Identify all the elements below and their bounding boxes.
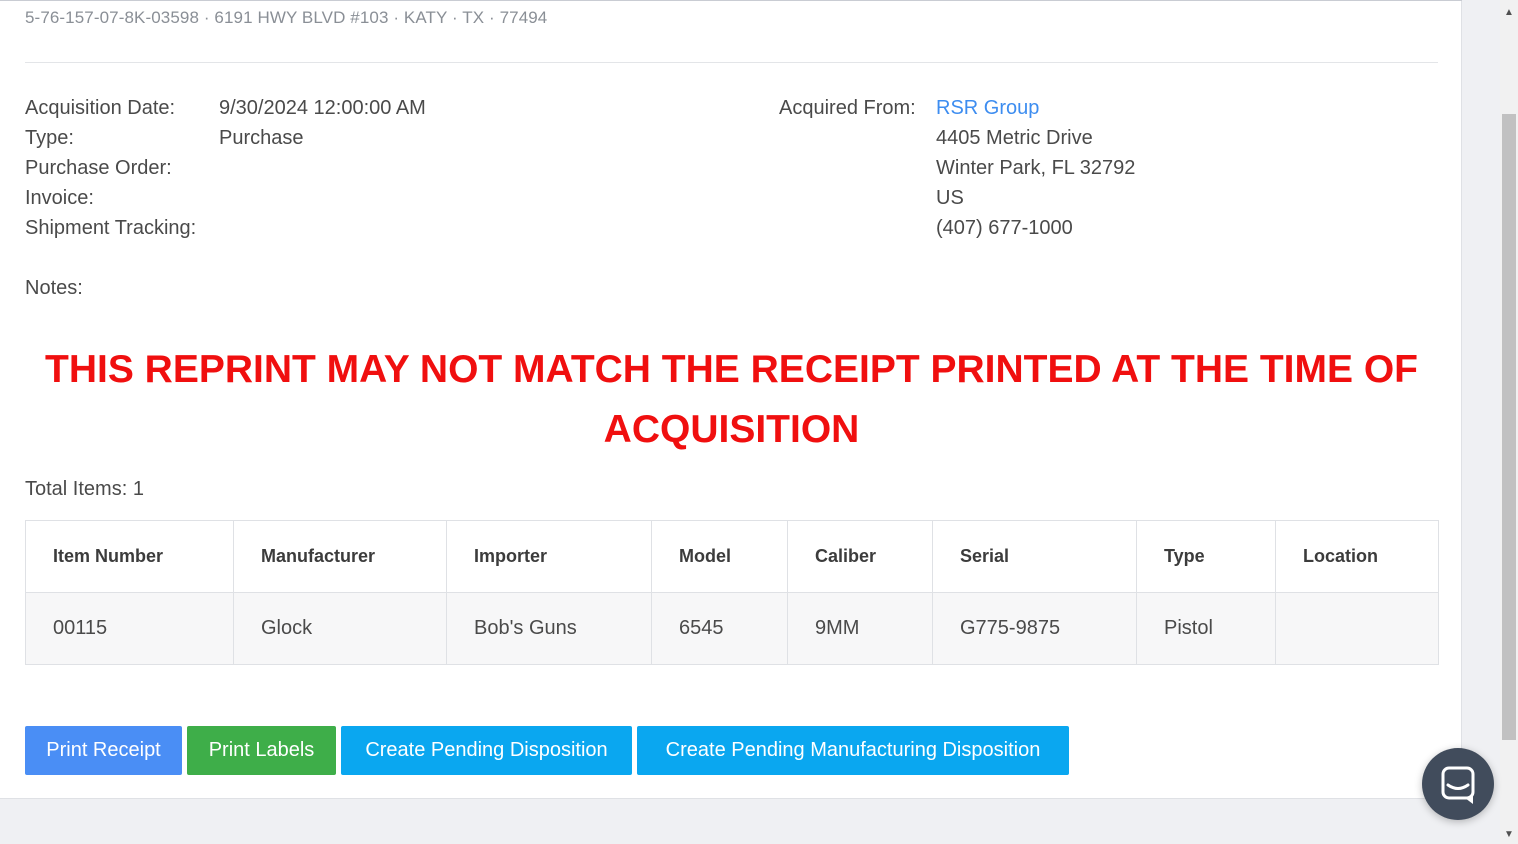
reprint-warning: THIS REPRINT MAY NOT MATCH THE RECEIPT P… [25, 340, 1438, 460]
print-receipt-button[interactable]: Print Receipt [25, 726, 182, 775]
table-row: 00115 Glock Bob's Guns 6545 9MM G775-987… [25, 592, 1439, 665]
vendor-phone: (407) 677-1000 [936, 217, 1073, 239]
vendor-address-line2: Winter Park, FL 32792 [936, 157, 1136, 179]
vendor-name-link[interactable]: RSR Group [936, 93, 1039, 123]
column-header-manufacturer: Manufacturer [233, 520, 447, 593]
column-header-item-number: Item Number [25, 520, 234, 593]
item-number-link[interactable]: 00115 [25, 592, 234, 665]
license-address-line: 5-76-157-07-8K-03598 · 6191 HWY BLVD #10… [25, 8, 548, 27]
vendor-address-line1: 4405 Metric Drive [936, 127, 1093, 149]
column-header-serial: Serial [932, 520, 1137, 593]
cell-model: 6545 [651, 592, 788, 665]
reprint-warning-line2: ACQUISITION [603, 408, 860, 451]
cell-type: Pistol [1136, 592, 1276, 665]
column-header-type: Type [1136, 520, 1276, 593]
acquired-from-label: Acquired From: [779, 97, 916, 119]
invoice-label: Invoice: [25, 187, 94, 209]
cell-serial: G775-9875 [932, 592, 1137, 665]
column-header-importer: Importer [446, 520, 652, 593]
print-labels-button[interactable]: Print Labels [187, 726, 336, 775]
type-label: Type: [25, 127, 74, 149]
scroll-down-arrow-icon[interactable]: ▼ [1502, 828, 1516, 842]
cell-manufacturer: Glock [233, 592, 447, 665]
notes-label: Notes: [25, 277, 83, 299]
header-divider [25, 62, 1438, 63]
chat-launcher-button[interactable] [1422, 748, 1494, 820]
column-header-location: Location [1275, 520, 1439, 593]
table-header-row: Item Number Manufacturer Importer Model … [25, 520, 1439, 593]
vendor-country: US [936, 187, 964, 209]
chat-bubble-icon [1441, 766, 1475, 804]
scroll-up-arrow-icon[interactable]: ▲ [1502, 6, 1516, 20]
reprint-warning-line1: THIS REPRINT MAY NOT MATCH THE RECEIPT P… [45, 348, 1418, 391]
cell-location [1275, 592, 1439, 665]
top-border [0, 0, 1462, 1]
total-items: Total Items: 1 [25, 478, 144, 500]
scrollbar-thumb[interactable] [1502, 114, 1516, 740]
acquisition-date-label: Acquisition Date: [25, 97, 176, 119]
cell-importer: Bob's Guns [446, 592, 652, 665]
cell-caliber: 9MM [787, 592, 933, 665]
shipment-tracking-label: Shipment Tracking: [25, 217, 197, 239]
items-table: Item Number Manufacturer Importer Model … [25, 520, 1439, 665]
acquisition-date-value: 9/30/2024 12:00:00 AM [219, 97, 426, 119]
purchase-order-label: Purchase Order: [25, 157, 172, 179]
column-header-model: Model [651, 520, 788, 593]
acquisition-receipt-card: 5-76-157-07-8K-03598 · 6191 HWY BLVD #10… [0, 0, 1462, 799]
column-header-caliber: Caliber [787, 520, 933, 593]
type-value: Purchase [219, 127, 304, 149]
create-pending-disposition-button[interactable]: Create Pending Disposition [341, 726, 632, 775]
create-pending-manufacturing-disposition-button[interactable]: Create Pending Manufacturing Disposition [637, 726, 1069, 775]
